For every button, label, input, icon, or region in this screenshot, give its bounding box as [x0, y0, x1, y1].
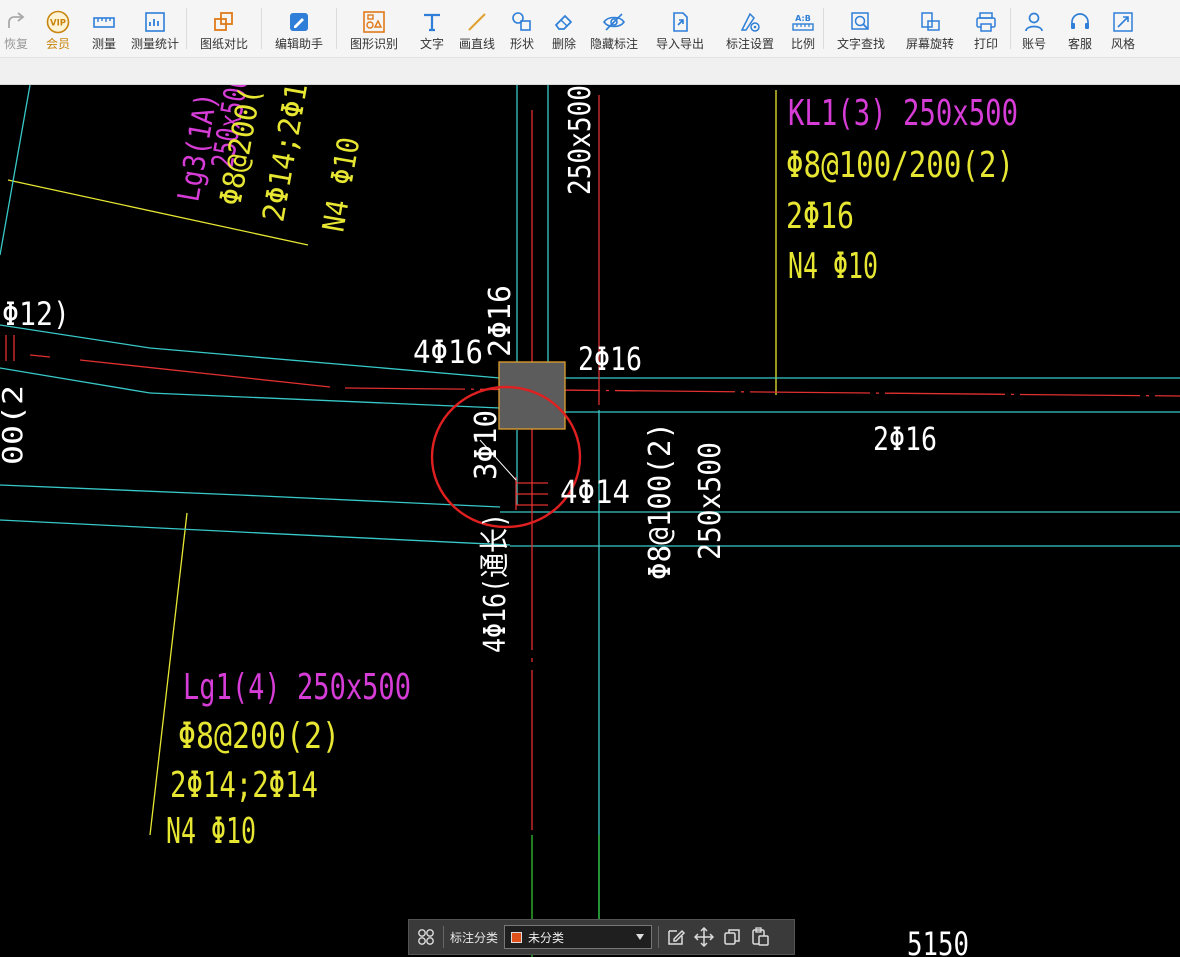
vip-badge-icon: VIP [46, 10, 70, 34]
cad-drawing[interactable]: Lg3(1A) 250x500 Φ8@200( 2Φ14;2Φ1 N4 Φ10 … [0, 85, 1180, 957]
measure-stats-icon [145, 12, 165, 32]
lg1-bars-label[interactable]: 2Φ14;2Φ14 [170, 765, 318, 806]
style-icon [1113, 12, 1133, 32]
bars-2-16-right-label[interactable]: 2Φ16 [578, 340, 642, 378]
svg-text:VIP: VIP [50, 19, 66, 29]
edit-assistant-button[interactable]: 编辑助手 [262, 0, 336, 57]
kl1-bars-label[interactable]: 2Φ16 [786, 196, 854, 237]
category-select[interactable]: 未分类 [504, 925, 653, 949]
shape-recognize-button[interactable]: 图形识别 [337, 0, 411, 57]
copy-icon [724, 929, 740, 945]
kl1-n-label[interactable]: N4 Φ10 [788, 246, 878, 287]
compare-button[interactable]: 图纸对比 [187, 0, 261, 57]
restore-button[interactable]: 恢复 [0, 0, 32, 57]
category-value: 未分类 [528, 930, 565, 945]
lg1-n-label[interactable]: N4 Φ10 [166, 811, 256, 852]
kl1-name-label[interactable]: KL1(3) 250x500 [788, 93, 1018, 134]
lg1-stirrup-label[interactable]: Φ8@200(2) [178, 716, 340, 757]
edit-annotation-button[interactable] [665, 926, 687, 948]
rotate-screen-icon [921, 12, 940, 31]
chevron-down-icon [636, 934, 645, 940]
bars-2-16-mid-label[interactable]: 2Φ16 [873, 420, 937, 458]
main-toolbar: 恢复 VIP 会员 测量 测量统计 图纸对比 编辑助手 图形识别 文字 画直线 … [0, 0, 1180, 58]
grid-apps-icon [418, 929, 434, 945]
shape-button[interactable]: 形状 [501, 0, 543, 57]
dimension-label[interactable]: 5150 [907, 925, 969, 957]
bars-3-10-label[interactable]: 3Φ10 [469, 410, 504, 480]
edit-assistant-icon [290, 13, 308, 31]
text-icon [424, 13, 440, 32]
kl-vertical-size-label[interactable]: 250x500 [693, 442, 728, 560]
style-button[interactable]: 风格 [1103, 0, 1143, 57]
kl1-stirrup-label[interactable]: Φ8@100/200(2) [786, 145, 1014, 186]
edit-icon [668, 929, 686, 945]
bars-4-16-through-label[interactable]: 4Φ16(通长) [478, 513, 513, 653]
left-edge-label[interactable]: Φ12) [2, 295, 70, 333]
shapes-icon [512, 12, 531, 31]
bars-2-16-vertical-label[interactable]: 2Φ16 [483, 285, 518, 357]
ruler-icon [93, 17, 115, 28]
redo-icon [8, 12, 25, 28]
lg1-name-label[interactable]: Lg1(4) 250x500 [183, 667, 411, 708]
draw-line-button[interactable]: 画直线 [453, 0, 501, 57]
scale-button[interactable]: A:B 比例 [783, 0, 823, 57]
kl-vertical-stirrup-label[interactable]: Φ8@100(2) [643, 422, 678, 580]
copy-annotation-button[interactable] [721, 926, 743, 948]
import-export-icon [673, 12, 688, 32]
move-annotation-button[interactable] [693, 926, 715, 948]
secondary-toolbar [0, 58, 1180, 85]
rotate-screen-button[interactable]: 屏幕旋转 [898, 0, 962, 57]
category-color-swatch [511, 931, 523, 943]
category-label: 标注分类 [450, 930, 499, 945]
paste-icon [752, 927, 769, 946]
svg-text:A:B: A:B [795, 14, 811, 23]
shape-recognize-icon [363, 11, 385, 33]
account-button[interactable]: 账号 [1011, 0, 1057, 57]
bar-divider [658, 926, 660, 948]
column-box[interactable] [498, 361, 566, 430]
user-icon [1025, 12, 1043, 32]
hide-marks-button[interactable]: 隐藏标注 [585, 0, 643, 57]
left-edge-vertical-label[interactable]: 00(2 [0, 385, 29, 465]
support-button[interactable]: 客服 [1057, 0, 1103, 57]
printer-icon [976, 12, 996, 32]
grid-apps-button[interactable] [415, 926, 437, 948]
measure-stats-button[interactable]: 测量统计 [124, 0, 186, 57]
compare-icon [214, 12, 233, 31]
bar-divider [443, 926, 444, 948]
annotation-category-bar: 标注分类 未分类 [408, 919, 795, 955]
print-button[interactable]: 打印 [962, 0, 1010, 57]
headset-icon [1071, 13, 1089, 29]
mark-settings-button[interactable]: 标注设置 [717, 0, 783, 57]
bars-4-16-label[interactable]: 4Φ16 [413, 333, 483, 371]
find-text-button[interactable]: 文字查找 [824, 0, 898, 57]
bars-4-14-label[interactable]: 4Φ14 [560, 473, 630, 511]
measure-button[interactable]: 测量 [84, 0, 124, 57]
find-text-icon [851, 12, 869, 30]
eraser-icon [554, 14, 573, 30]
drawing-canvas[interactable]: Lg3(1A) 250x500 Φ8@200( 2Φ14;2Φ1 N4 Φ10 … [0, 85, 1180, 957]
eye-hidden-icon [603, 13, 625, 31]
vip-button[interactable]: VIP 会员 [32, 0, 84, 57]
scale-icon: A:B [792, 14, 814, 31]
delete-button[interactable]: 删除 [543, 0, 585, 57]
move-icon [694, 927, 715, 947]
text-tool-button[interactable]: 文字 [411, 0, 453, 57]
paste-annotation-button[interactable] [749, 926, 771, 948]
line-icon [468, 13, 486, 31]
column-top-size-label[interactable]: 250x500 [563, 85, 598, 195]
mark-settings-icon [740, 12, 760, 32]
import-export-button[interactable]: 导入导出 [643, 0, 717, 57]
